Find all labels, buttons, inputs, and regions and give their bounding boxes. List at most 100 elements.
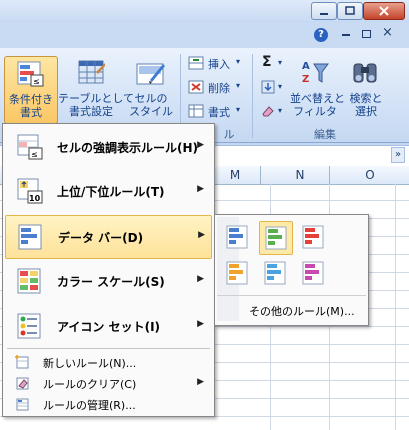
grid-line <box>395 184 396 430</box>
menu-item-label: カラー スケール(S) <box>57 275 165 289</box>
menu-item-manage-rules[interactable]: ルールの管理(R)... <box>5 394 210 414</box>
data-bar-swatch[interactable] <box>259 257 291 289</box>
sort-filter-button[interactable]: A Z 並べ替えと フィルタ <box>290 56 345 122</box>
eraser-icon <box>262 106 274 117</box>
insert-label: 挿入 <box>208 58 230 71</box>
data-bar-swatch[interactable] <box>221 221 253 253</box>
cells-group-label: ル <box>223 128 235 141</box>
data-bars-submenu: その他のルール(M)... <box>214 214 369 326</box>
maximize-icon <box>345 6 355 15</box>
find-select-button[interactable]: 検索と 選択 <box>344 56 388 122</box>
column-header[interactable]: M <box>210 166 261 184</box>
submenu-arrow-icon: ▶ <box>197 274 204 284</box>
data-bar-swatch-icon <box>264 261 286 285</box>
data-bar-swatch-icon <box>265 226 287 250</box>
ribbon-close-icon[interactable]: × <box>382 25 393 40</box>
format-dropdown-icon: ▾ <box>236 105 241 114</box>
data-bar-swatch[interactable] <box>221 257 253 289</box>
svg-text:≤: ≤ <box>31 150 38 159</box>
menu-item-highlight-cells-rules[interactable]: ≤ セルの強調表示ルール(H) ▶ <box>5 126 210 168</box>
menu-item-color-scales[interactable]: カラー スケール(S) ▶ <box>5 260 210 302</box>
manage-rules-icon <box>16 398 29 411</box>
editing-group-label: 編集 <box>314 128 336 141</box>
conditional-formatting-button[interactable]: ≤ 条件付き 書式 <box>4 56 58 124</box>
menu-item-data-bars[interactable]: データ バー(D) ▶ <box>5 215 212 259</box>
conditional-formatting-menu: ≤ セルの強調表示ルール(H) ▶ 10 上位/下位ルール(T) ▶ データ バ… <box>2 123 215 417</box>
delete-cells-icon <box>188 80 204 94</box>
data-bar-swatch-icon <box>302 225 324 249</box>
minimize-button[interactable] <box>311 2 337 20</box>
format-as-table-label: テーブルとして 書式設定 <box>58 92 135 118</box>
fill-down-icon <box>261 80 275 94</box>
title-bar <box>0 0 409 22</box>
close-icon <box>379 6 389 16</box>
data-bar-swatch[interactable] <box>297 257 329 289</box>
color-scales-icon <box>17 268 41 294</box>
clear-dropdown-icon: ▾ <box>278 106 283 115</box>
fill-dropdown-icon: ▾ <box>278 82 283 91</box>
menu-item-label: 新しいルール(N)... <box>43 357 137 370</box>
menu-item-label: データ バー(D) <box>58 231 144 245</box>
menu-item-label: アイコン セット(I) <box>57 320 161 334</box>
cell-styles-label: セルの スタイル <box>129 92 173 118</box>
format-as-table-button[interactable]: テーブルとして 書式設定 <box>58 56 135 122</box>
svg-text:10: 10 <box>29 194 41 203</box>
submenu-separator <box>217 295 366 296</box>
column-header[interactable]: O <box>330 166 409 184</box>
expand-formula-bar-icon[interactable]: » <box>391 147 405 163</box>
autosum-button[interactable]: Σ ▾ <box>258 54 288 72</box>
format-cells-icon <box>188 104 204 118</box>
help-icon[interactable]: ? <box>314 28 328 42</box>
conditional-formatting-label: 条件付き 書式 <box>9 93 53 119</box>
ribbon-tab-row: ? × <box>0 22 409 48</box>
icon-sets-icon <box>17 313 41 339</box>
menu-item-label: ルールのクリア(C) <box>43 378 137 391</box>
maximize-button[interactable] <box>337 2 363 20</box>
delete-label: 削除 <box>208 82 230 95</box>
binoculars-icon <box>353 63 377 83</box>
menu-item-label: 上位/下位ルール(T) <box>57 185 165 199</box>
svg-text:Z: Z <box>302 74 309 85</box>
sort-filter-icon: A Z <box>302 61 329 85</box>
conditional-formatting-icon: ≤ <box>17 61 44 87</box>
highlight-cells-rules-icon: ≤ <box>17 134 43 160</box>
sum-icon: Σ <box>262 54 272 70</box>
delete-dropdown-icon: ▾ <box>236 81 241 90</box>
format-label: 書式 <box>208 106 230 119</box>
svg-text:≤: ≤ <box>33 77 40 86</box>
insert-cells-icon <box>188 56 204 70</box>
new-rule-icon <box>15 355 29 369</box>
submenu-arrow-icon: ▶ <box>197 140 204 150</box>
minimize-icon <box>320 13 328 15</box>
ribbon-separator <box>252 54 253 138</box>
more-rules-label: その他のルール(M)... <box>249 305 355 318</box>
menu-item-new-rule[interactable]: 新しいルール(N)... <box>5 352 210 372</box>
submenu-arrow-icon: ▶ <box>197 184 204 194</box>
column-header[interactable]: N <box>271 166 330 184</box>
more-rules-button[interactable]: その他のルール(M)... <box>217 299 366 321</box>
data-bar-swatch-icon <box>226 261 248 285</box>
submenu-arrow-icon: ▶ <box>198 230 205 240</box>
clear-button[interactable]: ▾ <box>258 102 288 120</box>
format-button[interactable]: 書式 ▾ <box>186 102 248 120</box>
clear-rules-icon <box>16 377 29 390</box>
insert-button[interactable]: 挿入 ▾ <box>186 54 248 72</box>
data-bar-swatch-icon <box>226 225 248 249</box>
delete-button[interactable]: 削除 ▾ <box>186 78 248 96</box>
data-bar-gallery <box>219 219 339 291</box>
menu-item-top-bottom-rules[interactable]: 10 上位/下位ルール(T) ▶ <box>5 170 210 212</box>
menu-item-icon-sets[interactable]: アイコン セット(I) ▶ <box>5 305 210 347</box>
menu-item-clear-rules[interactable]: ルールのクリア(C) ▶ <box>5 373 210 393</box>
close-button[interactable] <box>363 2 405 20</box>
data-bars-icon <box>18 224 42 250</box>
fill-button[interactable]: ▾ <box>258 78 288 96</box>
cell-styles-button[interactable]: セルの スタイル <box>126 56 176 122</box>
svg-text:A: A <box>302 61 310 72</box>
ribbon-minimize-icon[interactable] <box>342 34 350 36</box>
ribbon-restore-icon[interactable] <box>362 30 371 38</box>
data-bar-swatch[interactable] <box>297 221 329 253</box>
menu-separator <box>7 348 210 349</box>
data-bar-swatch-icon <box>302 261 324 285</box>
data-bar-swatch[interactable] <box>259 221 293 255</box>
top-bottom-rules-icon: 10 <box>17 178 43 204</box>
